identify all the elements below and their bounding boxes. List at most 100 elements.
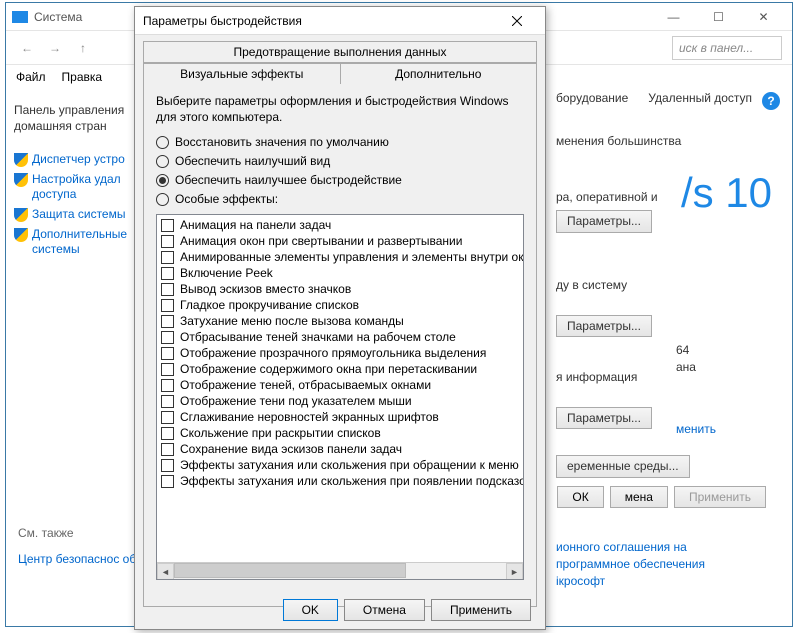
checkbox-icon	[161, 235, 174, 248]
effect-item[interactable]: Затухание меню после вызова команды	[159, 313, 521, 329]
effect-item[interactable]: Эффекты затухания или скольжения при обр…	[159, 457, 521, 473]
checkbox-icon	[161, 379, 174, 392]
effect-item[interactable]: Отображение содержимого окна при перетас…	[159, 361, 521, 377]
minimize-button[interactable]: —	[651, 3, 696, 31]
sidebar-item-devmgr[interactable]: Диспетчер устро	[14, 152, 128, 168]
radio-option-2[interactable]: Обеспечить наилучшее быстродействие	[156, 173, 524, 187]
up-button[interactable]: ↑	[72, 37, 94, 59]
change-link[interactable]: менить	[676, 422, 716, 436]
effect-item[interactable]: Отображение тени под указателем мыши	[159, 393, 521, 409]
checkbox-icon	[161, 347, 174, 360]
radio-label: Обеспечить наилучшее быстродействие	[175, 173, 402, 187]
sidebar-item-remote[interactable]: Настройка удал доступа	[14, 172, 128, 203]
effect-label: Эффекты затухания или скольжения при поя…	[180, 474, 524, 488]
scroll-left-button[interactable]: ◄	[157, 563, 174, 580]
effect-item[interactable]: Скольжение при раскрытии списков	[159, 425, 521, 441]
effects-list[interactable]: Анимация на панели задачАнимация окон пр…	[156, 214, 524, 580]
effect-label: Сохранение вида эскизов панели задач	[180, 442, 402, 456]
menu-edit[interactable]: Правка	[62, 70, 103, 84]
env-button[interactable]: еременные среды...	[556, 455, 690, 478]
effect-label: Гладкое прокручивание списков	[180, 298, 359, 312]
dialog-close-button[interactable]	[497, 10, 537, 32]
dialog-title: Параметры быстродействия	[143, 14, 302, 28]
horizontal-scrollbar[interactable]: ◄ ►	[157, 562, 523, 579]
shield-icon	[14, 208, 28, 222]
menu-file[interactable]: Файл	[16, 70, 46, 84]
effect-label: Эффекты затухания или скольжения при обр…	[180, 458, 519, 472]
effect-label: Скольжение при раскрытии списков	[180, 426, 381, 440]
effect-item[interactable]: Включение Peek	[159, 265, 521, 281]
scroll-right-button[interactable]: ►	[506, 563, 523, 580]
effect-label: Анимированные элементы управления и элем…	[180, 250, 524, 264]
radio-icon	[156, 174, 169, 187]
bg-apply[interactable]: Применить	[674, 486, 766, 508]
effect-label: Затухание меню после вызова команды	[180, 314, 404, 328]
ok-button[interactable]: OK	[283, 599, 338, 621]
checkbox-icon	[161, 443, 174, 456]
radio-label: Обеспечить наилучший вид	[175, 154, 330, 168]
checkbox-icon	[161, 251, 174, 264]
effect-item[interactable]: Анимация на панели задач	[159, 217, 521, 233]
description: Выберите параметры оформления и быстроде…	[156, 94, 524, 125]
radio-option-0[interactable]: Восстановить значения по умолчанию	[156, 135, 524, 149]
effect-item[interactable]: Анимация окон при свертывании и разверты…	[159, 233, 521, 249]
tab-advanced[interactable]: Дополнительно	[340, 63, 538, 84]
radio-icon	[156, 155, 169, 168]
effect-item[interactable]: Эффекты затухания или скольжения при поя…	[159, 473, 521, 489]
effect-item[interactable]: Гладкое прокручивание списков	[159, 297, 521, 313]
tab-visual-effects[interactable]: Визуальные эффекты	[143, 63, 340, 84]
cancel-button[interactable]: Отмена	[344, 599, 425, 621]
radio-label: Восстановить значения по умолчанию	[175, 135, 389, 149]
effect-label: Сглаживание неровностей экранных шрифтов	[180, 410, 439, 424]
apply-button[interactable]: Применить	[431, 599, 531, 621]
effect-label: Отображение прозрачного прямоугольника в…	[180, 346, 486, 360]
back-button[interactable]: ←	[16, 37, 38, 59]
effect-item[interactable]: Отображение теней, отбрасываемых окнами	[159, 377, 521, 393]
effect-label: Отображение содержимого окна при перетас…	[180, 362, 477, 376]
checkbox-icon	[161, 459, 174, 472]
radio-icon	[156, 136, 169, 149]
bg-cancel[interactable]: мена	[610, 486, 668, 508]
checkbox-icon	[161, 363, 174, 376]
effect-item[interactable]: Сглаживание неровностей экранных шрифтов	[159, 409, 521, 425]
checkbox-icon	[161, 395, 174, 408]
maximize-button[interactable]: ☐	[696, 3, 741, 31]
windows10-logo: /s 10	[681, 169, 772, 217]
bg-ok[interactable]: ОК	[557, 486, 603, 508]
params-button-2[interactable]: Параметры...	[556, 315, 652, 338]
shield-icon	[14, 173, 28, 187]
tab-dep[interactable]: Предотвращение выполнения данных	[143, 41, 537, 63]
params-button-3[interactable]: Параметры...	[556, 407, 652, 430]
forward-button[interactable]: →	[44, 37, 66, 59]
checkbox-icon	[161, 267, 174, 280]
checkbox-icon	[161, 411, 174, 424]
close-button[interactable]: ✕	[741, 3, 786, 31]
effect-item[interactable]: Анимированные элементы управления и элем…	[159, 249, 521, 265]
effect-item[interactable]: Вывод эскизов вместо значков	[159, 281, 521, 297]
sidebar-home[interactable]: Панель управления домашняя стран	[14, 103, 128, 134]
effect-item[interactable]: Отображение прозрачного прямоугольника в…	[159, 345, 521, 361]
checkbox-icon	[161, 299, 174, 312]
effect-label: Отображение тени под указателем мыши	[180, 394, 412, 408]
checkbox-icon	[161, 475, 174, 488]
effect-item[interactable]: Сохранение вида эскизов панели задач	[159, 441, 521, 457]
radio-option-1[interactable]: Обеспечить наилучший вид	[156, 154, 524, 168]
params-button-1[interactable]: Параметры...	[556, 210, 652, 233]
effect-label: Отображение теней, отбрасываемых окнами	[180, 378, 431, 392]
effect-item[interactable]: Отбрасывание теней значками на рабочем с…	[159, 329, 521, 345]
search-input[interactable]: иск в панел...	[672, 36, 782, 60]
tab-remote[interactable]: Удаленный доступ	[648, 91, 752, 105]
help-icon[interactable]: ?	[762, 92, 780, 110]
shield-icon	[14, 228, 28, 242]
scroll-thumb[interactable]	[174, 563, 406, 578]
sidebar-item-advanced[interactable]: Дополнительные системы	[14, 227, 128, 258]
effect-label: Анимация окон при свертывании и разверты…	[180, 234, 462, 248]
checkbox-icon	[161, 283, 174, 296]
radio-option-3[interactable]: Особые эффекты:	[156, 192, 524, 206]
radio-icon	[156, 193, 169, 206]
checkbox-icon	[161, 331, 174, 344]
sidebar-item-protect[interactable]: Защита системы	[14, 207, 128, 223]
checkbox-icon	[161, 219, 174, 232]
tab-hardware[interactable]: борудование	[556, 91, 628, 105]
bg-title: Система	[34, 10, 82, 24]
